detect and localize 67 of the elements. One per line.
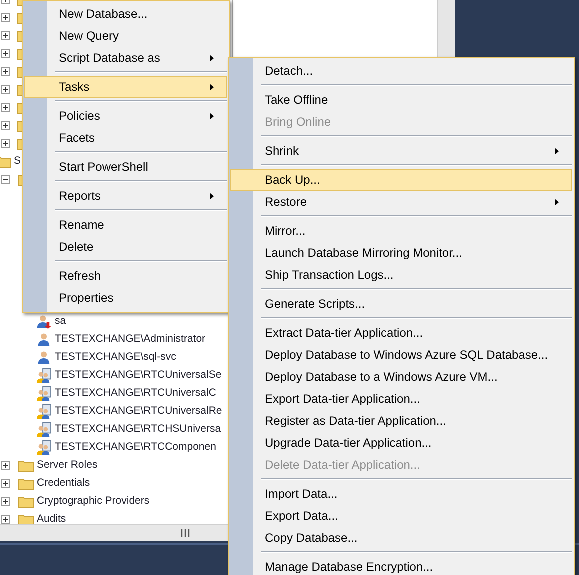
menu-item[interactable]: Copy Database... [230,527,572,549]
expand-icon[interactable] [1,514,10,524]
menu-item[interactable]: Mirror... [230,220,572,242]
collapse-icon[interactable] [1,174,10,184]
menu-item[interactable]: Delete [24,236,227,258]
menu-item[interactable]: Policies [24,105,227,127]
menu-item[interactable]: Export Data... [230,505,572,527]
user-icon [36,332,52,346]
user-icon [36,350,52,364]
tree-item[interactable]: TESTEXCHANGE\RTCHSUniversa [55,423,222,435]
menu-item[interactable]: Upgrade Data-tier Application... [230,432,572,454]
expand-icon[interactable] [1,12,10,22]
expand-icon[interactable] [1,66,10,76]
user-down-arrow-icon [36,314,52,328]
menu-item[interactable]: Deploy Database to a Windows Azure VM... [230,366,572,388]
menu-item[interactable]: Generate Scripts... [230,293,572,315]
menu-item[interactable]: Script Database as [24,47,227,69]
user-group-icon [36,404,52,418]
expand-icon[interactable] [1,102,10,112]
menu-item[interactable]: Launch Database Mirroring Monitor... [230,242,572,264]
menu-item[interactable]: Restore [230,191,572,213]
expand-icon[interactable] [1,48,10,58]
tree-item[interactable]: TESTEXCHANGE\RTCUniversalC [55,387,216,399]
menu-item[interactable]: Back Up... [230,169,572,191]
tree-item[interactable]: TESTEXCHANGE\RTCComponen [55,441,216,453]
expand-icon[interactable] [1,30,10,40]
menu-item[interactable]: Start PowerShell [24,156,227,178]
menu-item[interactable]: Take Offline [230,89,572,111]
menu-item[interactable]: Manage Database Encryption... [230,556,572,575]
tree-item[interactable]: Credentials [37,477,90,489]
menu-item[interactable]: Refresh [24,265,227,287]
expand-icon[interactable] [1,478,10,488]
menu-item[interactable]: Shrink [230,140,572,162]
menu-item[interactable]: Facets [24,127,227,149]
menu-item[interactable]: Properties [24,287,227,309]
tree-item[interactable]: Audits [37,513,66,524]
menu-item[interactable]: Ship Transaction Logs... [230,264,572,286]
menu-item[interactable]: Register as Data-tier Application... [230,410,572,432]
expand-icon[interactable] [1,460,10,470]
tree-item[interactable]: sa [55,315,66,327]
menu-item[interactable]: New Query [24,25,227,47]
menu-item[interactable]: Deploy Database to Windows Azure SQL Database... [230,344,572,366]
menu-item[interactable]: Tasks [24,76,227,98]
menu-item[interactable]: Rename [24,214,227,236]
user-group-icon [36,386,52,400]
tree-item[interactable]: TESTEXCHANGE\RTCUniversalRe [55,405,222,417]
grip-icon [181,529,190,537]
tree-item[interactable]: S [14,155,22,167]
scrollbar[interactable] [437,0,455,57]
user-group-icon [36,422,52,436]
tree-item[interactable]: Cryptographic Providers [37,495,150,507]
tree-item[interactable]: TESTEXCHANGE\sql-svc [55,351,176,363]
menu-item[interactable]: Extract Data-tier Application... [230,322,572,344]
tree-item[interactable]: TESTEXCHANGE\Administrator [55,333,206,345]
menu-item[interactable]: Detach... [230,60,572,82]
user-group-icon [36,368,52,382]
menu-item[interactable]: Reports [24,185,227,207]
expand-icon[interactable] [1,84,10,94]
user-group-icon [36,440,52,454]
expand-icon[interactable] [1,138,10,148]
tree-item[interactable]: Server Roles [37,459,98,471]
expand-icon[interactable] [1,496,10,506]
expand-icon[interactable] [1,120,10,130]
menu-item[interactable]: New Database... [24,3,227,25]
menu-item[interactable]: Import Data... [230,483,572,505]
tree-item[interactable]: TESTEXCHANGE\RTCUniversalSe [55,369,222,381]
menu-item[interactable]: Export Data-tier Application... [230,388,572,410]
